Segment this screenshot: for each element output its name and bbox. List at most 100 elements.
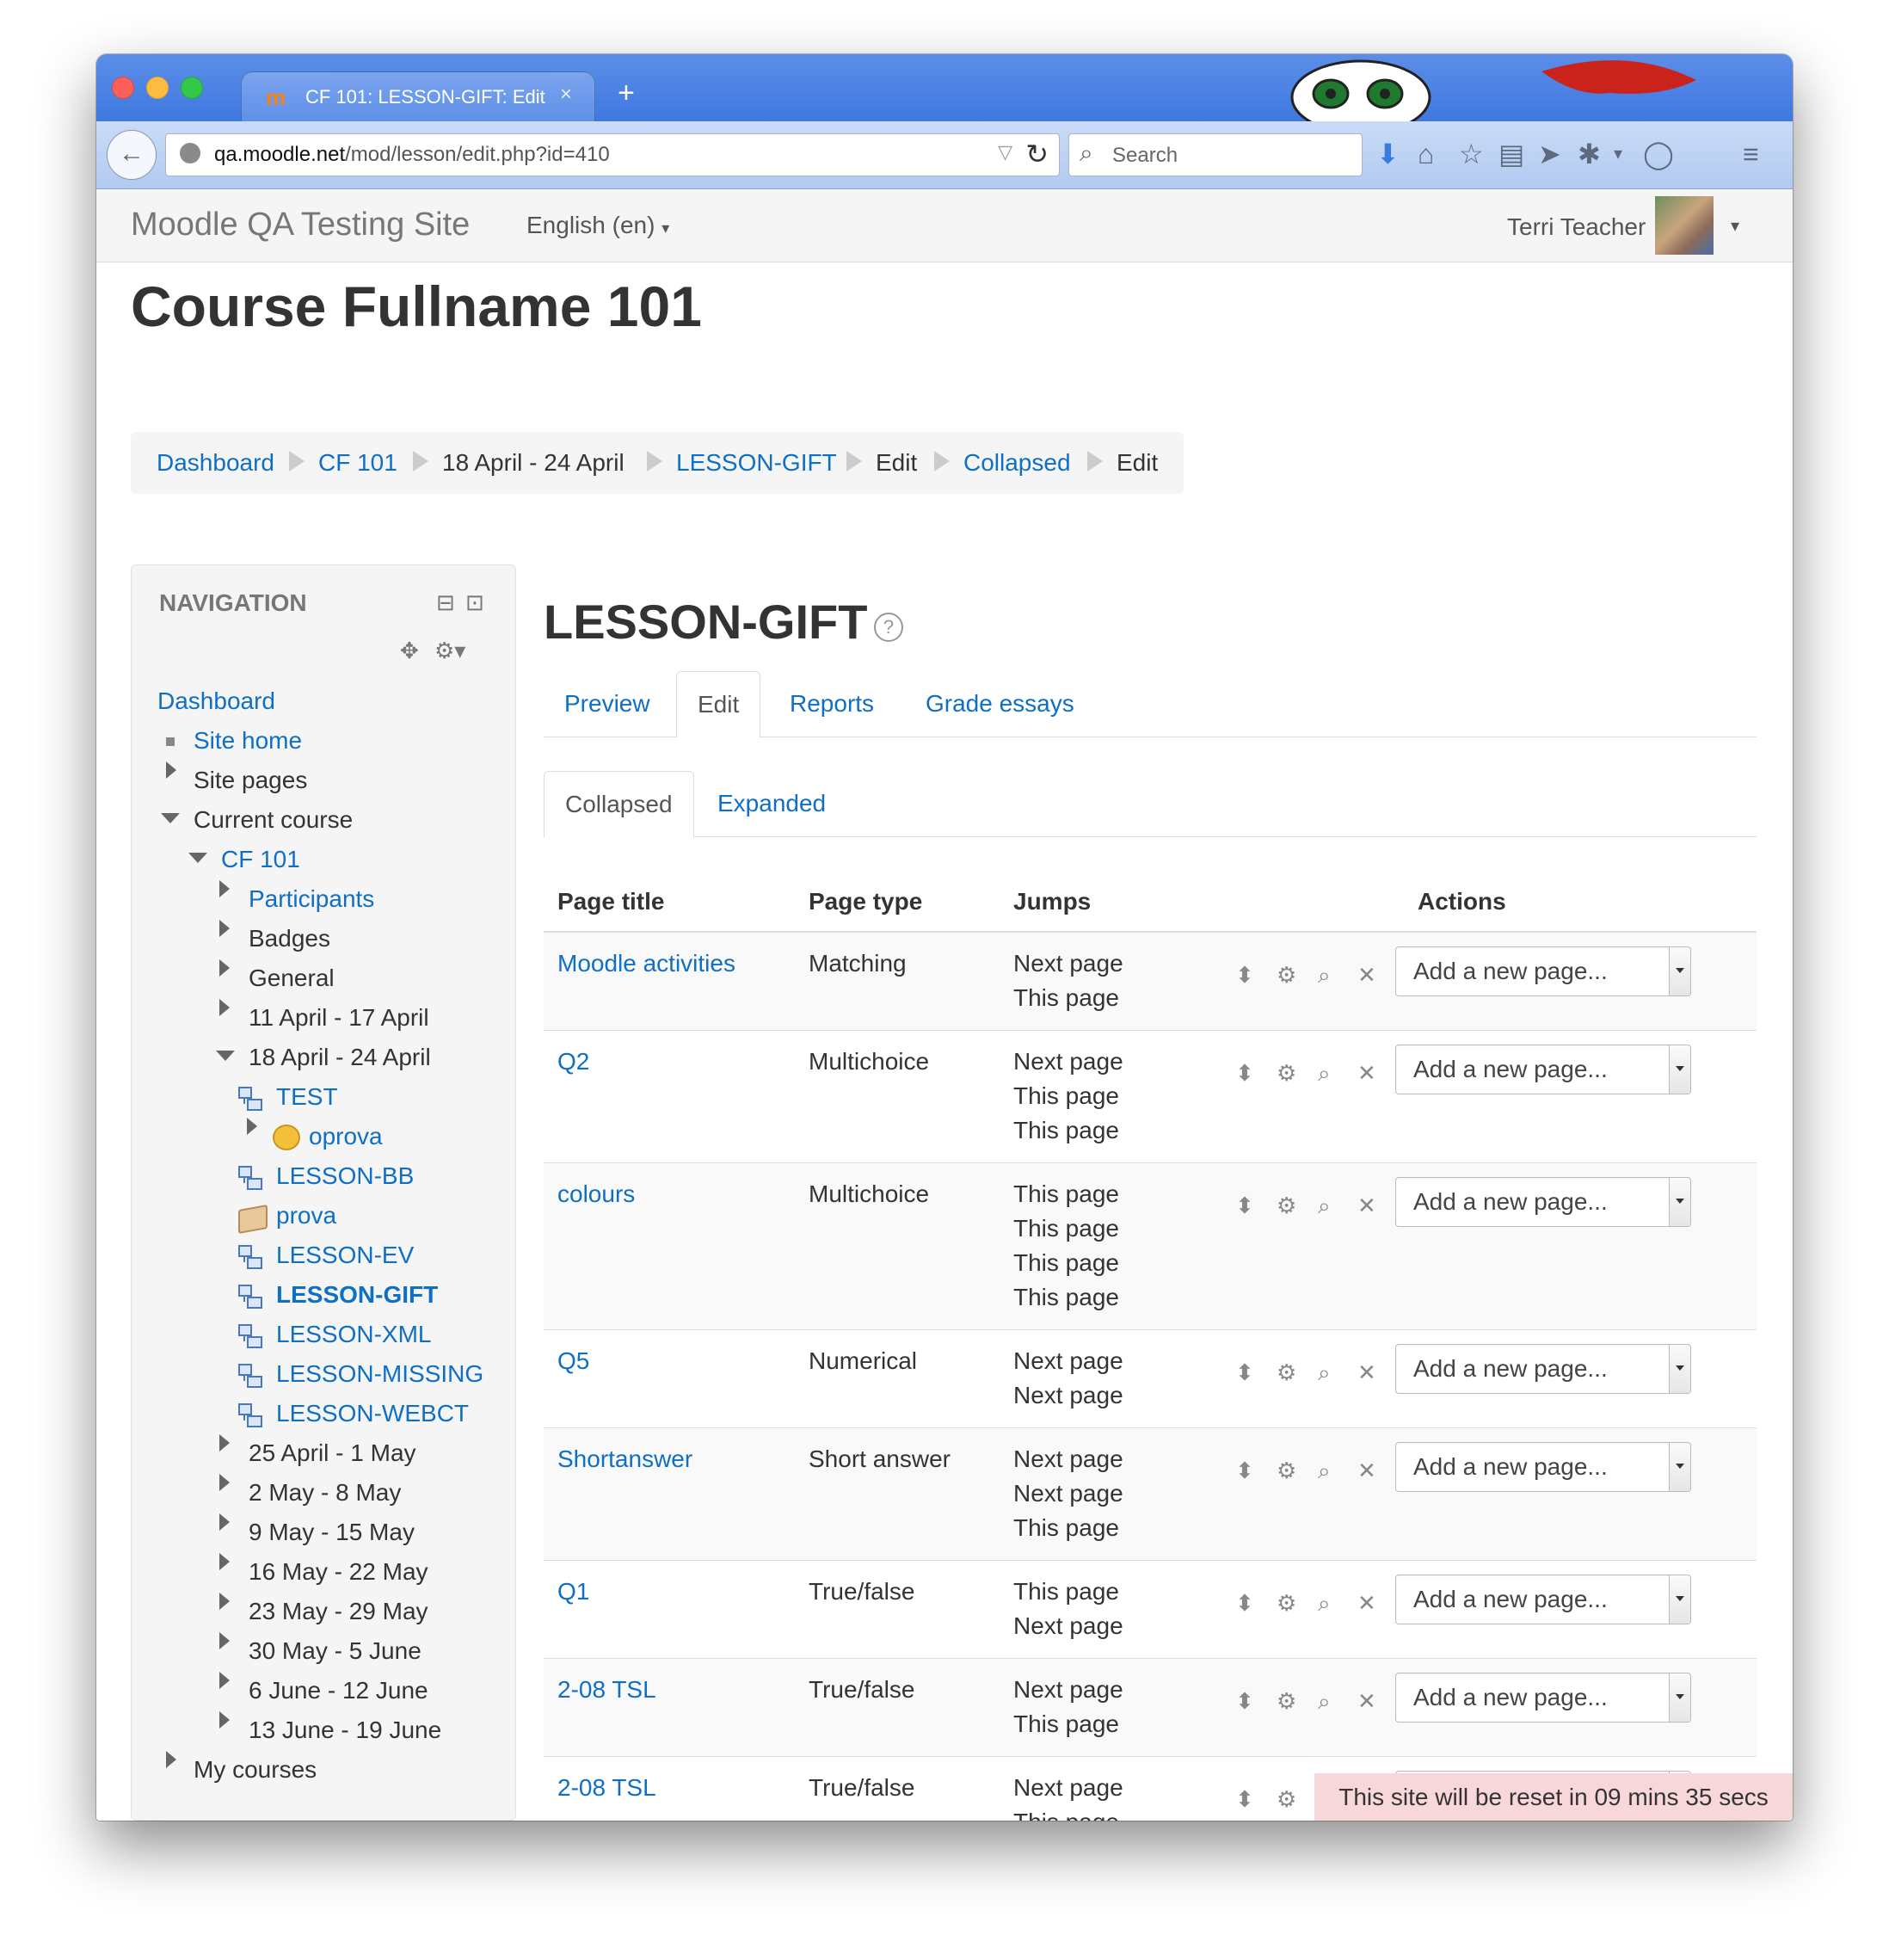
close-window-button[interactable] bbox=[112, 77, 134, 99]
delete-icon[interactable]: ✕ bbox=[1357, 1458, 1376, 1484]
page-title-link[interactable]: Moodle activities bbox=[557, 950, 735, 977]
nav-lesson-bb[interactable]: LESSON-BB bbox=[276, 1162, 414, 1190]
nav-site-pages[interactable]: Site pages bbox=[194, 767, 307, 794]
nav-week-13-june[interactable]: 13 June - 19 June bbox=[249, 1717, 441, 1744]
expand-icon[interactable] bbox=[219, 880, 230, 897]
expand-icon[interactable] bbox=[247, 1118, 257, 1135]
nav-badges[interactable]: Badges bbox=[249, 925, 330, 952]
reading-list-icon[interactable]: ▤ bbox=[1498, 137, 1524, 171]
add-page-select[interactable]: Add a new page... bbox=[1395, 1442, 1691, 1492]
search-icon[interactable]: ⌕ bbox=[1318, 1458, 1331, 1485]
gear-icon[interactable]: ⚙ bbox=[1277, 1590, 1296, 1617]
gear-icon[interactable]: ⚙ bbox=[1277, 1193, 1296, 1219]
browser-tab[interactable]: m CF 101: LESSON-GIFT: Edit × bbox=[241, 71, 595, 122]
menu-icon[interactable]: ≡ bbox=[1743, 137, 1759, 171]
chat-icon[interactable]: ◯ bbox=[1643, 137, 1674, 171]
nav-week-2-may[interactable]: 2 May - 8 May bbox=[249, 1479, 401, 1507]
page-title-link[interactable]: Q1 bbox=[557, 1578, 589, 1606]
tab-reports[interactable]: Reports bbox=[769, 671, 895, 737]
minimize-window-button[interactable] bbox=[146, 77, 169, 99]
nav-oprova[interactable]: oprova bbox=[309, 1123, 383, 1150]
tab-preview[interactable]: Preview bbox=[544, 671, 671, 737]
search-icon[interactable]: ⌕ bbox=[1318, 1688, 1331, 1716]
user-name[interactable]: Terri Teacher bbox=[1507, 213, 1646, 241]
gear-icon[interactable]: ⚙ bbox=[1277, 1458, 1296, 1484]
delete-icon[interactable]: ✕ bbox=[1357, 1590, 1376, 1617]
dropdown-icon[interactable]: ▾ bbox=[1614, 137, 1622, 171]
add-page-select[interactable]: Add a new page... bbox=[1395, 1575, 1691, 1624]
nav-week-16-may[interactable]: 16 May - 22 May bbox=[249, 1558, 428, 1586]
delete-icon[interactable]: ✕ bbox=[1357, 1060, 1376, 1087]
nav-lesson-webct[interactable]: LESSON-WEBCT bbox=[276, 1400, 469, 1427]
breadcrumb-lesson[interactable]: LESSON-GIFT bbox=[676, 449, 837, 477]
delete-icon[interactable]: ✕ bbox=[1357, 1193, 1376, 1219]
search-icon[interactable]: ⌕ bbox=[1318, 1359, 1331, 1387]
expand-icon[interactable] bbox=[166, 761, 176, 779]
search-input[interactable]: ⌕ Search bbox=[1068, 133, 1363, 176]
nav-my-courses[interactable]: My courses bbox=[194, 1756, 317, 1784]
expand-icon[interactable] bbox=[219, 1593, 230, 1610]
url-text[interactable]: qa.moodle.net/mod/lesson/edit.php?id=410 bbox=[214, 143, 610, 167]
page-title-link[interactable]: Q2 bbox=[557, 1048, 589, 1076]
move-icon[interactable]: ⬍ bbox=[1235, 1060, 1254, 1087]
expand-icon[interactable] bbox=[219, 1474, 230, 1491]
bug-icon[interactable]: ✱ bbox=[1578, 137, 1601, 171]
back-button[interactable]: ← bbox=[107, 130, 157, 180]
move-icon[interactable]: ⬍ bbox=[1235, 1359, 1254, 1386]
delete-icon[interactable]: ✕ bbox=[1357, 962, 1376, 989]
gear-icon[interactable]: ⚙ bbox=[1277, 1688, 1296, 1715]
home-icon[interactable]: ⌂ bbox=[1418, 137, 1434, 171]
collapse-icon[interactable] bbox=[161, 813, 180, 823]
nav-lesson-xml[interactable]: LESSON-XML bbox=[276, 1321, 432, 1348]
gear-icon[interactable]: ⚙ bbox=[1277, 1359, 1296, 1386]
move-icon[interactable]: ⬍ bbox=[1235, 962, 1254, 989]
gear-icon[interactable]: ⚙ bbox=[1277, 1786, 1296, 1813]
help-icon[interactable]: ? bbox=[874, 613, 903, 642]
search-icon[interactable]: ⌕ bbox=[1318, 1060, 1331, 1088]
add-page-select[interactable]: Add a new page... bbox=[1395, 1344, 1691, 1394]
site-brand[interactable]: Moodle QA Testing Site bbox=[131, 206, 470, 243]
delete-icon[interactable]: ✕ bbox=[1357, 1359, 1376, 1386]
search-icon[interactable]: ⌕ bbox=[1318, 1193, 1331, 1220]
close-tab-icon[interactable]: × bbox=[560, 83, 572, 107]
add-page-select[interactable]: Add a new page... bbox=[1395, 1673, 1691, 1723]
nav-participants[interactable]: Participants bbox=[249, 885, 374, 913]
tab-edit[interactable]: Edit bbox=[676, 671, 761, 738]
nav-test[interactable]: TEST bbox=[276, 1083, 338, 1111]
language-menu[interactable]: English (en) ▾ bbox=[526, 212, 669, 239]
move-icon[interactable]: ✥ bbox=[400, 638, 419, 664]
bookmark-star-icon[interactable]: ☆ bbox=[1459, 137, 1484, 171]
expand-icon[interactable] bbox=[219, 959, 230, 977]
nav-week-25-april[interactable]: 25 April - 1 May bbox=[249, 1439, 416, 1467]
move-icon[interactable]: ⬍ bbox=[1235, 1786, 1254, 1813]
expand-icon[interactable] bbox=[219, 1434, 230, 1452]
move-icon[interactable]: ⬍ bbox=[1235, 1193, 1254, 1219]
collapse-icon[interactable] bbox=[216, 1051, 235, 1061]
url-dropdown-icon[interactable]: ▽ bbox=[998, 141, 1012, 163]
expand-icon[interactable] bbox=[166, 1751, 176, 1768]
tab-grade-essays[interactable]: Grade essays bbox=[905, 671, 1095, 737]
expand-icon[interactable] bbox=[219, 920, 230, 937]
add-page-select[interactable]: Add a new page... bbox=[1395, 1177, 1691, 1227]
breadcrumb-course[interactable]: CF 101 bbox=[318, 449, 397, 477]
page-title-link[interactable]: Shortanswer bbox=[557, 1445, 692, 1473]
move-icon[interactable]: ⬍ bbox=[1235, 1688, 1254, 1715]
expand-icon[interactable] bbox=[219, 1513, 230, 1531]
nav-week-6-june[interactable]: 6 June - 12 June bbox=[249, 1677, 428, 1704]
expand-icon[interactable] bbox=[219, 1672, 230, 1689]
minimize-block-icon[interactable]: ⊟ bbox=[436, 589, 455, 616]
breadcrumb-collapsed[interactable]: Collapsed bbox=[963, 449, 1071, 477]
tab-collapsed[interactable]: Collapsed bbox=[544, 771, 694, 838]
nav-current-course[interactable]: Current course bbox=[194, 806, 353, 834]
nav-week-30-may[interactable]: 30 May - 5 June bbox=[249, 1637, 421, 1665]
page-title-link[interactable]: 2-08 TSL bbox=[557, 1774, 656, 1802]
page-title-link[interactable]: colours bbox=[557, 1180, 635, 1208]
send-icon[interactable]: ➤ bbox=[1538, 137, 1561, 171]
nav-prova[interactable]: prova bbox=[276, 1202, 336, 1230]
add-page-select[interactable]: Add a new page... bbox=[1395, 946, 1691, 996]
gear-icon[interactable]: ⚙▾ bbox=[434, 638, 465, 664]
nav-general[interactable]: General bbox=[249, 965, 335, 992]
nav-week-9-may[interactable]: 9 May - 15 May bbox=[249, 1519, 415, 1546]
nav-lesson-missing[interactable]: LESSON-MISSING bbox=[276, 1360, 483, 1388]
download-icon[interactable]: ⬇ bbox=[1376, 137, 1400, 171]
